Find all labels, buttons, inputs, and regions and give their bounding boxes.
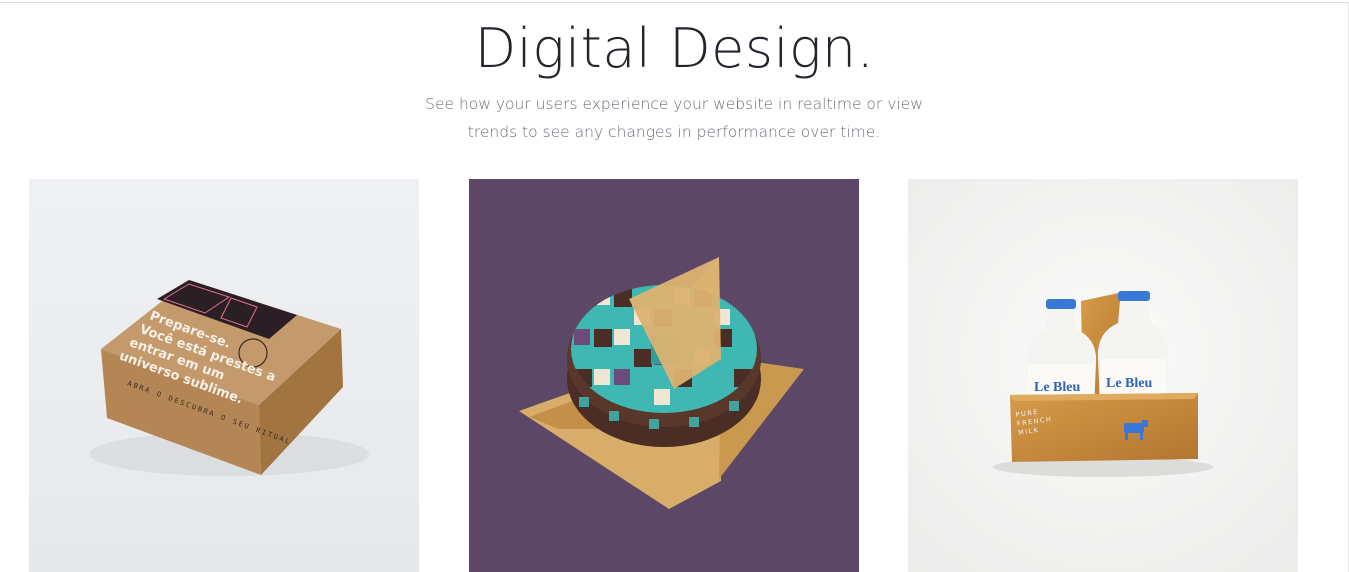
bottle-brand-left: Le Bleu xyxy=(1034,380,1080,395)
kraft-box-image: Prepare-se. Você está prestes a entrar e… xyxy=(29,179,419,572)
bottle-brand-right: Le Bleu xyxy=(1106,376,1152,391)
subtitle-line-2: trends to see any changes in performance… xyxy=(467,123,881,141)
section-subtitle: See how your users experience your websi… xyxy=(424,90,924,146)
portfolio-card-milk-bottles[interactable]: Le Bleu Le Bleu PURE FRENCH MILK xyxy=(908,179,1298,572)
portfolio-card-round-box[interactable] xyxy=(469,179,859,572)
section-title: Digital Design. xyxy=(474,17,875,80)
milk-bottles-image: Le Bleu Le Bleu PURE FRENCH MILK xyxy=(908,179,1298,572)
portfolio-card-kraft-box[interactable]: Prepare-se. Você está prestes a entrar e… xyxy=(29,179,419,572)
top-divider xyxy=(0,2,1349,3)
subtitle-line-1: See how your users experience your websi… xyxy=(425,95,923,113)
round-box-image xyxy=(469,179,859,572)
